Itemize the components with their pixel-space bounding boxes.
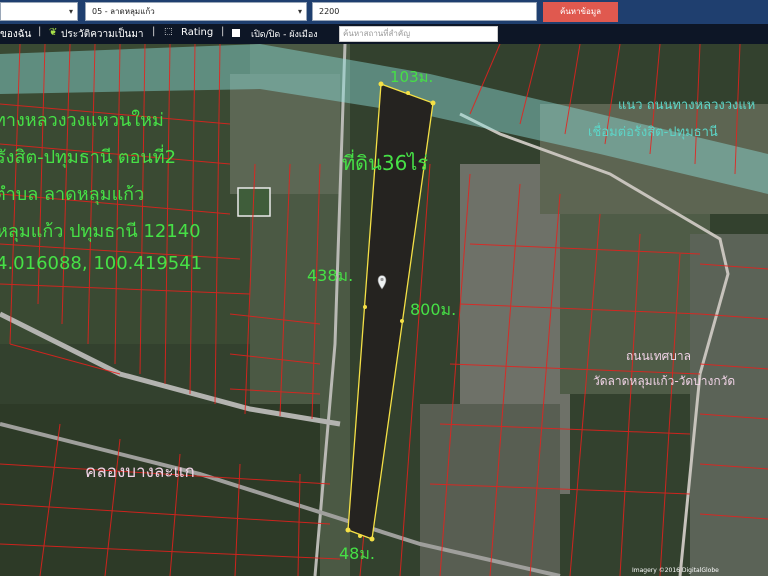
dimension-top-label: 103ม.	[390, 68, 434, 86]
district-select[interactable]: 05 - ลาดหลุมแก้ว ▾	[85, 2, 307, 21]
imagery-attribution: Imagery ©2016 DigitalGlobe	[632, 567, 719, 574]
rating-icon: ⬚	[164, 27, 173, 37]
chevron-down-icon: ▾	[68, 7, 73, 16]
history-link[interactable]: ประวัติความเป็นมา	[61, 27, 144, 42]
rating-link[interactable]: Rating	[181, 27, 213, 38]
place-search-input[interactable]: ค้นหาสถานที่สำคัญ	[339, 26, 498, 42]
municipal-road-label: ถนนเทศบาล	[626, 349, 692, 363]
satellite-map[interactable]: ทางหลวงวงแหวนใหม่ รังสิต-ปทุมธานี ตอนที่…	[0, 44, 768, 576]
connector-road-label: เชื่อมต่อรังสิต-ปทุมธานี	[588, 125, 718, 140]
highway-title-label: ทางหลวงวงแหวนใหม่	[0, 110, 164, 131]
plot-area-label: ที่ดิน36ไร่	[342, 151, 429, 175]
dimension-bottom-label: 48ม.	[339, 544, 375, 563]
layer-toggle-checkbox[interactable]	[232, 29, 240, 37]
top-search-bar: ▾ 05 - ลาดหลุมแก้ว ▾ 2200 ค้นหาข้อมูล	[0, 0, 768, 24]
section-label: รังสิต-ปทุมธานี ตอนที่2	[0, 147, 177, 168]
deed-number-input[interactable]: 2200	[312, 2, 537, 21]
my-items-link[interactable]: ของฉัน	[0, 27, 31, 42]
toolbar-divider: |	[38, 26, 42, 37]
chevron-down-icon: ▾	[297, 7, 302, 16]
district-select-value: 05 - ลาดหลุมแก้ว	[92, 7, 155, 16]
toolbar-divider: |	[221, 26, 225, 37]
coordinates-label: 4.016088, 100.419541	[0, 253, 203, 274]
district-province-label: หลุมแก้ว ปทุมธานี 12140	[0, 221, 201, 242]
search-button[interactable]: ค้นหาข้อมูล	[543, 2, 618, 22]
planned-road-label: แนว ถนนทางหลวงวงแห	[618, 98, 756, 113]
dimension-right-label: 800ม.	[410, 300, 457, 319]
temple-road-label: วัดลาดหลุมแก้ว-วัดบางกวัด	[593, 374, 736, 388]
toolbar-divider: |	[152, 26, 156, 37]
layer-toggle-label: เปิด/ปิด - ผังเมือง	[251, 30, 318, 40]
dimension-left-label: 438ม.	[307, 266, 354, 285]
subdistrict-label: ตำบล ลาดหลุมแก้ว	[0, 184, 145, 205]
sprout-icon: ❦	[49, 27, 58, 38]
canal-label: คลองบางละแก	[85, 462, 195, 482]
province-select[interactable]: ▾	[0, 2, 78, 21]
deed-number-value: 2200	[319, 7, 340, 16]
